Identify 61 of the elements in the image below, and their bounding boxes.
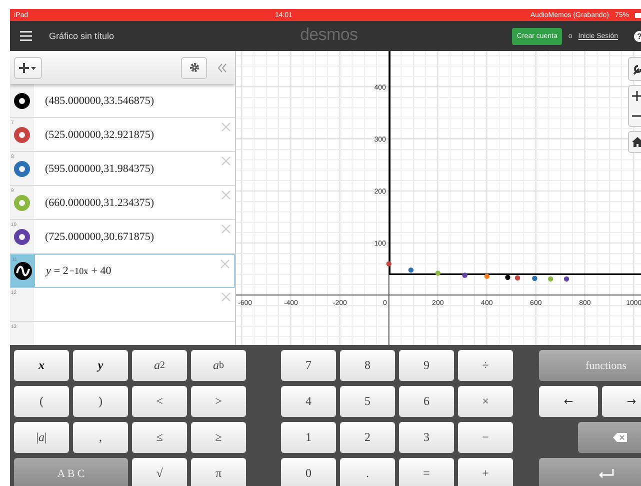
keypad-key[interactable]: π xyxy=(191,458,246,486)
keypad-key[interactable]: |a| xyxy=(14,422,69,453)
keypad-key[interactable]: × xyxy=(458,386,513,417)
data-point xyxy=(435,270,440,276)
data-point xyxy=(564,276,570,282)
keypad-key[interactable]: = xyxy=(399,458,454,486)
keypad-key[interactable]: + xyxy=(458,458,513,486)
point-style-icon[interactable] xyxy=(14,228,30,244)
expression-text[interactable]: (725.000000,30.671875) xyxy=(34,220,235,253)
keypad-key[interactable]: y xyxy=(73,350,128,381)
keypad-key[interactable]: 5 xyxy=(340,386,395,417)
arrow-key[interactable]: ← xyxy=(539,386,598,417)
enter-icon xyxy=(598,469,614,478)
data-point xyxy=(514,275,520,280)
keypad-key[interactable]: ( xyxy=(14,386,69,417)
data-point xyxy=(532,276,538,281)
data-point xyxy=(505,274,510,280)
keypad-key[interactable]: < xyxy=(132,386,187,417)
zoom-in-icon[interactable] xyxy=(632,91,641,101)
add-menu-button[interactable] xyxy=(14,56,42,78)
expression-text[interactable]: (595.000000,31.984375) xyxy=(34,152,235,185)
keypad-key[interactable]: 9 xyxy=(399,350,454,381)
wave-icon[interactable] xyxy=(14,262,32,280)
data-point xyxy=(484,274,490,279)
keypad-key[interactable]: 2 xyxy=(340,422,395,453)
keypad-key[interactable]: ≥ xyxy=(191,422,246,453)
keypad-key[interactable]: ≤ xyxy=(132,422,187,453)
menu-icon[interactable] xyxy=(20,31,32,41)
keypad-key[interactable]: x xyxy=(14,350,69,381)
keypad-key[interactable]: ÷ xyxy=(458,350,513,381)
data-point xyxy=(548,276,554,282)
keypad-key[interactable]: ) xyxy=(73,386,128,417)
keypad-key[interactable]: − xyxy=(458,422,513,453)
keypad-key[interactable]: √ xyxy=(132,458,187,486)
battery-icon xyxy=(635,12,641,18)
keypad-key[interactable]: > xyxy=(191,386,246,417)
home-icon xyxy=(632,137,641,147)
point-style-icon[interactable] xyxy=(14,92,30,108)
arrow-key[interactable]: → xyxy=(602,386,641,417)
backspace-key[interactable] xyxy=(578,422,641,453)
add-icon xyxy=(19,62,37,72)
backspace-icon xyxy=(612,433,626,442)
keypad-key[interactable]: . xyxy=(340,458,395,486)
keypad-key[interactable]: 4 xyxy=(281,386,336,417)
data-point xyxy=(386,261,392,266)
keypad-key[interactable]: 6 xyxy=(399,386,454,417)
data-point xyxy=(462,272,468,278)
data-point xyxy=(408,267,414,273)
wrench-icon xyxy=(632,63,641,75)
keypad-key[interactable]: 1 xyxy=(281,422,336,453)
keypad-key[interactable]: 8 xyxy=(340,350,395,381)
keypad-key[interactable]: , xyxy=(73,422,128,453)
expression-text[interactable]: (525.000000,32.921875) xyxy=(34,118,235,151)
keypad-key[interactable]: 3 xyxy=(399,422,454,453)
gear-icon xyxy=(188,62,200,73)
keypad-key[interactable]: 7 xyxy=(281,350,336,381)
settings-button[interactable] xyxy=(181,56,207,78)
keypad-key[interactable]: 0 xyxy=(281,458,336,486)
expression-text[interactable]: (660.000000,31.234375) xyxy=(34,186,235,219)
graph-title[interactable]: Gráfico sin título xyxy=(49,31,114,41)
collapse-icon[interactable] xyxy=(217,62,227,72)
